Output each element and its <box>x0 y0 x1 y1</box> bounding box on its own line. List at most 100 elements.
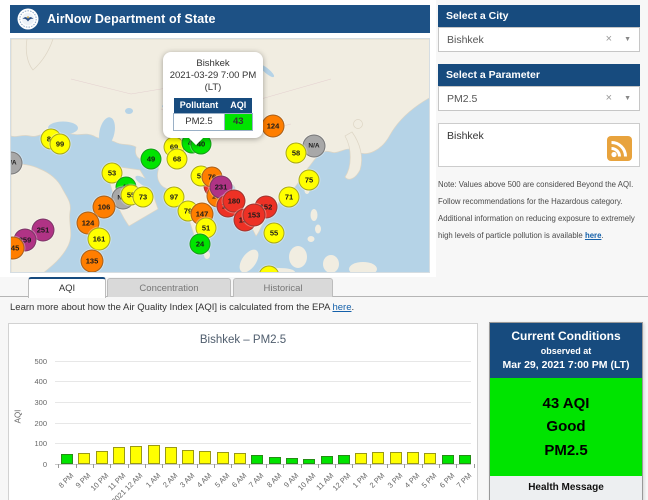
x-tick <box>439 464 440 468</box>
parameter-caret-down-icon[interactable]: ▼ <box>624 95 631 102</box>
aqi-bar <box>78 453 90 464</box>
map-popup: Bishkek 2021-03-29 7:00 PM (LT) Pollutan… <box>163 52 263 138</box>
chart-title: Bishkek – PM2.5 <box>9 334 477 346</box>
x-tick <box>197 464 198 468</box>
current-conditions-header: Current Conditions observed at Mar 29, 2… <box>490 323 642 378</box>
popup-timezone: (LT) <box>164 82 262 94</box>
popup-aqi-value: 43 <box>224 113 252 130</box>
app-header: AirNow Department of State <box>10 5 430 33</box>
aqi-bar <box>442 455 454 464</box>
x-tick <box>456 464 457 468</box>
popup-pollutant-value: PM2.5 <box>174 113 225 130</box>
aqi-bar <box>286 458 298 464</box>
y-tick-label: 300 <box>13 398 47 407</box>
aqi-bar <box>321 456 333 464</box>
x-tick <box>387 464 388 468</box>
dos-seal-logo <box>17 8 39 30</box>
aqi-bar <box>217 452 229 464</box>
parameter-select[interactable]: PM2.5 × ▼ <box>438 86 640 111</box>
map-marker[interactable]: 55 <box>264 223 285 244</box>
gridline <box>55 361 471 362</box>
map-marker[interactable]: 71 <box>279 187 300 208</box>
gridline <box>55 423 471 424</box>
city-caret-down-icon[interactable]: ▼ <box>624 36 631 43</box>
x-tick <box>352 464 353 468</box>
aqi-bar <box>130 446 142 464</box>
city-select-value: Bishkek <box>447 34 484 46</box>
page-title: AirNow Department of State <box>47 12 216 26</box>
y-tick-label: 400 <box>13 377 47 386</box>
y-tick-label: 200 <box>13 419 47 428</box>
x-tick <box>214 464 215 468</box>
city-clear-icon[interactable]: × <box>606 34 612 45</box>
aqi-bar <box>390 452 402 464</box>
cc-aqi-block: 43 AQI Good PM2.5 <box>490 378 642 476</box>
cc-pollutant: PM2.5 <box>490 439 642 462</box>
aqi-bar <box>269 457 281 464</box>
x-tick <box>231 464 232 468</box>
aqi-bar <box>234 453 246 464</box>
gridline <box>55 443 471 444</box>
popup-col-aqi: AQI <box>224 98 252 114</box>
x-tick <box>318 464 319 468</box>
aqi-bar <box>407 452 419 464</box>
rss-icon[interactable] <box>607 136 632 161</box>
aqi-bar <box>165 447 177 464</box>
aqi-bar <box>199 451 211 464</box>
x-tick <box>179 464 180 468</box>
x-tick <box>249 464 250 468</box>
aqi-bar <box>113 447 125 464</box>
map-marker[interactable]: 99 <box>50 134 71 155</box>
parameter-select-value: PM2.5 <box>447 93 477 105</box>
cc-health-message: Health Message The AQI value for your co… <box>490 476 642 500</box>
aqi-map[interactable]: 8499N/A495345N/A557369684340159517610697… <box>10 38 430 273</box>
map-marker[interactable]: 75 <box>299 170 320 191</box>
parameter-clear-icon[interactable]: × <box>606 93 612 104</box>
city-select[interactable]: Bishkek × ▼ <box>438 27 640 52</box>
aqi-bar <box>182 450 194 464</box>
learn-more-here-link[interactable]: here <box>332 302 351 313</box>
aqi-bar <box>355 453 367 464</box>
aqi-bar <box>96 451 108 464</box>
rss-city-label: Bishkek <box>447 130 484 142</box>
x-tick <box>128 464 129 468</box>
y-tick-label: 100 <box>13 439 47 448</box>
map-marker[interactable]: 153 <box>243 204 266 227</box>
airnow-page: AirNow Department of State <box>0 0 648 500</box>
x-tick <box>76 464 77 468</box>
aqi-bar <box>303 459 315 464</box>
aqi-note: Note: Values above 500 are considered Be… <box>438 176 640 245</box>
x-tick <box>404 464 405 468</box>
gridline <box>55 464 471 465</box>
x-tick <box>301 464 302 468</box>
cc-aqi-value: 43 AQI <box>490 392 642 415</box>
map-marker[interactable]: 68 <box>167 149 188 170</box>
map-marker[interactable]: 161 <box>88 228 111 251</box>
popup-datetime: 2021-03-29 7:00 PM <box>164 70 262 82</box>
sidebar: Select a City Bishkek × ▼ Select a Param… <box>438 5 640 245</box>
learn-more-text: Learn more about how the Air Quality Ind… <box>10 302 354 313</box>
x-tick <box>110 464 111 468</box>
cc-aqi-category: Good <box>490 415 642 438</box>
parameter-panel-header: Select a Parameter <box>438 64 640 86</box>
current-conditions-panel: Current Conditions observed at Mar 29, 2… <box>489 322 643 500</box>
tab-concentration[interactable]: Concentration <box>107 278 231 297</box>
map-marker[interactable]: 49 <box>141 149 162 170</box>
popup-city: Bishkek <box>164 58 262 70</box>
map-marker[interactable]: 135 <box>81 250 104 273</box>
map-marker[interactable]: 58 <box>286 143 307 164</box>
popup-col-pollutant: Pollutant <box>174 98 225 114</box>
aqi-bar <box>424 453 436 464</box>
y-tick-label: 0 <box>13 460 47 469</box>
tab-aqi[interactable]: AQI <box>28 277 106 298</box>
x-tick <box>145 464 146 468</box>
cc-datetime: Mar 29, 2021 7:00 PM (LT) <box>494 359 638 371</box>
x-tick <box>474 464 475 468</box>
cc-title: Current Conditions <box>494 329 638 343</box>
tab-historical[interactable]: Historical <box>233 278 333 297</box>
note-here-link[interactable]: here <box>585 231 601 240</box>
x-tick <box>370 464 371 468</box>
map-marker[interactable]: 73 <box>133 187 154 208</box>
map-marker[interactable]: 124 <box>262 115 285 138</box>
map-marker[interactable]: 24 <box>190 234 211 255</box>
